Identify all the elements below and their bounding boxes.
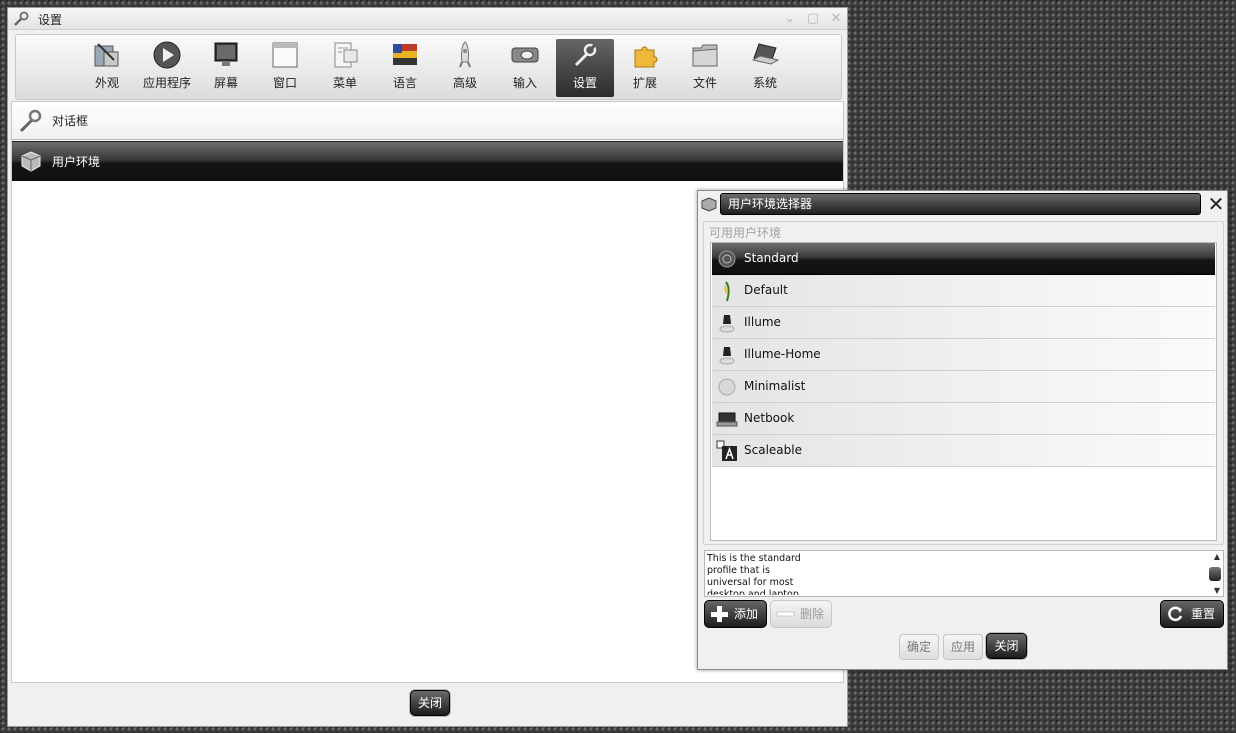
delete-button[interactable]: 删除 <box>770 600 832 628</box>
list-item-illume-home[interactable]: Illume-Home <box>712 339 1215 371</box>
description-text: This is the standard profile that is uni… <box>707 553 801 595</box>
ok-button[interactable]: 确定 <box>899 634 939 660</box>
puzzle-icon <box>634 46 658 68</box>
close-icon[interactable]: ✕ <box>828 11 844 27</box>
scroll-up-icon[interactable]: ▲ <box>1214 552 1220 561</box>
tab-settings[interactable]: 设置 <box>556 39 614 97</box>
settings-titlebar[interactable]: 设置 ⌄ ▢ ✕ <box>8 8 847 30</box>
category-profiles[interactable]: 用户环境 <box>12 141 843 181</box>
maximize-icon[interactable]: ▢ <box>805 11 821 27</box>
menu-icon <box>334 42 358 68</box>
netbook-icon <box>716 412 738 427</box>
dialog-title[interactable]: 用户环境选择器 <box>720 193 1201 215</box>
plus-icon <box>711 606 728 622</box>
frame-label: 可用用户环境 <box>709 226 782 240</box>
tab-extensions[interactable]: 扩展 <box>616 39 674 97</box>
minus-icon <box>776 611 795 617</box>
scrollbar-thumb[interactable] <box>1209 567 1221 581</box>
profile-list: Standard Default Illume Illume-Home Mini… <box>710 242 1217 541</box>
wrench-icon <box>574 43 597 67</box>
tab-input[interactable]: 输入 <box>496 39 554 97</box>
scroll-down-icon[interactable]: ▼ <box>1214 586 1220 595</box>
category-toolbar: 外观 应用程序 屏幕 窗口 菜单 语言 高级 输入 设置 扩展 文件 系统 <box>15 34 842 100</box>
list-item-scaleable[interactable]: Scaleable <box>712 435 1215 467</box>
apply-button[interactable]: 应用 <box>943 634 983 660</box>
tab-screen[interactable]: 屏幕 <box>197 39 255 97</box>
scale-text-icon <box>716 440 737 461</box>
minimize-icon[interactable]: ⌄ <box>782 11 798 27</box>
reset-button[interactable]: 重置 <box>1160 600 1224 628</box>
tab-system[interactable]: 系统 <box>736 39 794 97</box>
rocket-icon <box>459 41 471 68</box>
lamp-icon <box>719 315 735 333</box>
category-dialogs[interactable]: 对话框 <box>12 102 843 140</box>
list-item-default[interactable]: Default <box>712 275 1215 307</box>
play-icon <box>153 41 181 69</box>
list-item-illume[interactable]: Illume <box>712 307 1215 339</box>
monitor-icon <box>214 42 238 66</box>
mouse-icon <box>511 47 539 63</box>
lamp-icon <box>719 347 735 365</box>
refresh-icon <box>1168 606 1183 622</box>
cube-icon <box>701 197 717 212</box>
tab-language[interactable]: 语言 <box>376 39 434 97</box>
appearance-icon <box>94 43 119 67</box>
laptop-icon <box>751 43 780 65</box>
window-icon <box>272 42 298 68</box>
tab-appearance[interactable]: 外观 <box>78 39 136 97</box>
profile-description[interactable]: This is the standard profile that is uni… <box>704 550 1224 597</box>
flag-icon <box>393 44 417 65</box>
list-item-minimalist[interactable]: Minimalist <box>712 371 1215 403</box>
tab-menus[interactable]: 菜单 <box>316 39 374 97</box>
sphere-icon <box>718 378 736 396</box>
dialog-close-button[interactable]: 关闭 <box>986 633 1027 659</box>
tab-files[interactable]: 文件 <box>676 39 734 97</box>
leaf-icon <box>724 281 730 302</box>
profile-selector-dialog: 用户环境选择器 ✕ 可用用户环境 Standard Default Illume <box>697 190 1228 670</box>
tab-applications[interactable]: 应用程序 <box>138 39 196 97</box>
standard-icon <box>718 250 736 268</box>
folder-icon <box>692 44 718 67</box>
dialog-close-icon[interactable]: ✕ <box>1206 194 1226 214</box>
tab-advanced[interactable]: 高级 <box>436 39 494 97</box>
add-button[interactable]: 添加 <box>704 600 767 628</box>
list-item-netbook[interactable]: Netbook <box>712 403 1215 435</box>
tab-windows[interactable]: 窗口 <box>256 39 314 97</box>
cube-icon <box>21 151 41 172</box>
list-item-standard[interactable]: Standard <box>712 243 1215 275</box>
wrench-icon <box>14 11 29 26</box>
wrench-icon <box>19 109 42 133</box>
close-button[interactable]: 关闭 <box>410 690 450 716</box>
window-title: 设置 <box>38 13 63 27</box>
